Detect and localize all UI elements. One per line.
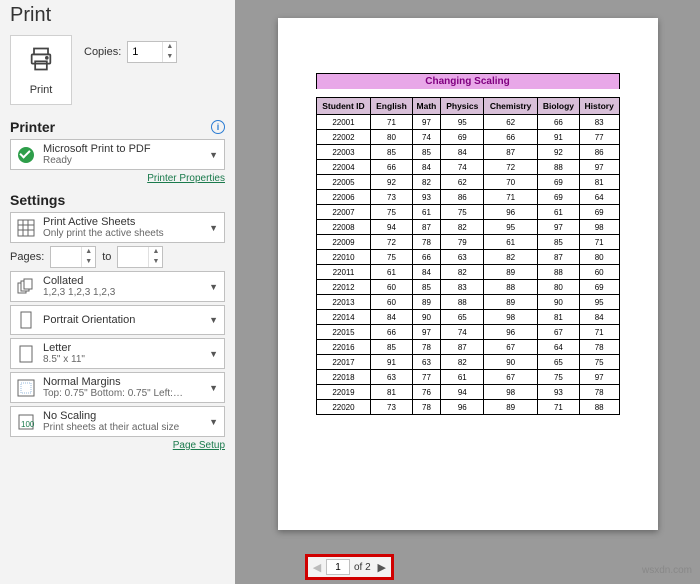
printer-properties-link[interactable]: Printer Properties	[147, 173, 225, 184]
svg-text:100: 100	[21, 420, 35, 429]
copies-input[interactable]	[128, 44, 162, 60]
sheets-icon	[15, 217, 37, 239]
printer-header: Printer i	[10, 119, 225, 135]
table-row: 22014849065988184	[316, 310, 619, 325]
table-row: 22013608988899095	[316, 295, 619, 310]
data-table: Student IDEnglishMathPhysicsChemistryBio…	[316, 97, 620, 415]
column-header: History	[579, 98, 619, 115]
paper-dropdown[interactable]: Letter 8.5" x 11" ▼	[10, 338, 225, 369]
pages-from-input[interactable]	[51, 249, 81, 265]
column-header: Student ID	[316, 98, 371, 115]
table-row: 22002807469669177	[316, 130, 619, 145]
pages-to-input[interactable]	[118, 249, 148, 265]
printer-status-icon	[15, 144, 37, 166]
table-row: 22009727879618571	[316, 235, 619, 250]
column-header: Math	[412, 98, 441, 115]
table-row: 22017916382906575	[316, 355, 619, 370]
printer-status: Ready	[43, 155, 201, 166]
page-preview: Changing Scaling Student IDEnglishMathPh…	[278, 18, 658, 530]
pages-label: Pages:	[10, 251, 44, 263]
pages-to-label: to	[102, 251, 111, 263]
table-row: 22018637761677597	[316, 370, 619, 385]
chevron-down-icon: ▼	[207, 223, 220, 233]
letter-icon	[15, 343, 37, 365]
orientation-dropdown[interactable]: Portrait Orientation ▼	[10, 305, 225, 335]
prev-page-icon[interactable]: ◀	[310, 559, 324, 575]
table-row: 22020737896897188	[316, 400, 619, 415]
chevron-down-icon: ▼	[207, 315, 220, 325]
column-header: Physics	[441, 98, 484, 115]
chevron-down-icon: ▼	[207, 349, 220, 359]
chevron-down-icon: ▼	[207, 417, 220, 427]
table-row: 22006739386716964	[316, 190, 619, 205]
table-row: 22003858584879286	[316, 145, 619, 160]
table-row: 22007756175966169	[316, 205, 619, 220]
table-row: 22012608583888069	[316, 280, 619, 295]
next-page-icon[interactable]: ▶	[375, 559, 389, 575]
printer-icon	[27, 45, 55, 78]
printer-name: Microsoft Print to PDF	[43, 143, 201, 155]
table-row: 22019817694989378	[316, 385, 619, 400]
copies-down-icon[interactable]: ▼	[163, 52, 176, 62]
preview-panel: Changing Scaling Student IDEnglishMathPh…	[235, 0, 700, 584]
table-row: 22015669774966771	[316, 325, 619, 340]
chevron-down-icon: ▼	[207, 150, 220, 160]
portrait-icon	[15, 309, 37, 331]
watermark: wsxdn.com	[642, 565, 692, 576]
table-row: 22008948782959798	[316, 220, 619, 235]
print-area-dropdown[interactable]: Print Active Sheets Only print the activ…	[10, 212, 225, 243]
chevron-down-icon: ▼	[207, 383, 220, 393]
table-row: 22011618482898860	[316, 265, 619, 280]
table-row: 22004668474728897	[316, 160, 619, 175]
sheet-title: Changing Scaling	[316, 73, 620, 89]
page-navigator[interactable]: ◀ of 2 ▶	[305, 554, 394, 580]
info-icon[interactable]: i	[211, 120, 225, 134]
pages-to-spinner[interactable]: ▲▼	[117, 246, 163, 268]
copies-up-icon[interactable]: ▲	[163, 42, 176, 52]
page-current-input[interactable]	[326, 559, 350, 575]
pages-from-spinner[interactable]: ▲▼	[50, 246, 96, 268]
margins-dropdown[interactable]: Normal Margins Top: 0.75" Bottom: 0.75" …	[10, 372, 225, 403]
table-row: 22001719795626683	[316, 115, 619, 130]
column-header: Biology	[538, 98, 580, 115]
copies-spinner[interactable]: ▲▼	[127, 41, 177, 63]
chevron-down-icon: ▼	[207, 282, 220, 292]
print-button-label: Print	[30, 84, 53, 96]
collate-icon	[15, 276, 37, 298]
column-header: English	[371, 98, 412, 115]
collate-dropdown[interactable]: Collated 1,2,3 1,2,3 1,2,3 ▼	[10, 271, 225, 302]
table-row: 22016857887676478	[316, 340, 619, 355]
table-row: 22010756663828780	[316, 250, 619, 265]
settings-header: Settings	[10, 192, 225, 208]
printer-dropdown[interactable]: Microsoft Print to PDF Ready ▼	[10, 139, 225, 170]
margins-icon	[15, 377, 37, 399]
scaling-dropdown[interactable]: 100 No Scaling Print sheets at their act…	[10, 406, 225, 437]
page-title: Print	[10, 0, 225, 35]
table-row: 22005928262706981	[316, 175, 619, 190]
page-setup-link[interactable]: Page Setup	[173, 440, 225, 451]
page-total-label: of 2	[352, 562, 373, 573]
copies-label: Copies:	[84, 46, 121, 58]
column-header: Chemistry	[484, 98, 538, 115]
print-button[interactable]: Print	[10, 35, 72, 105]
scale-icon: 100	[15, 411, 37, 433]
